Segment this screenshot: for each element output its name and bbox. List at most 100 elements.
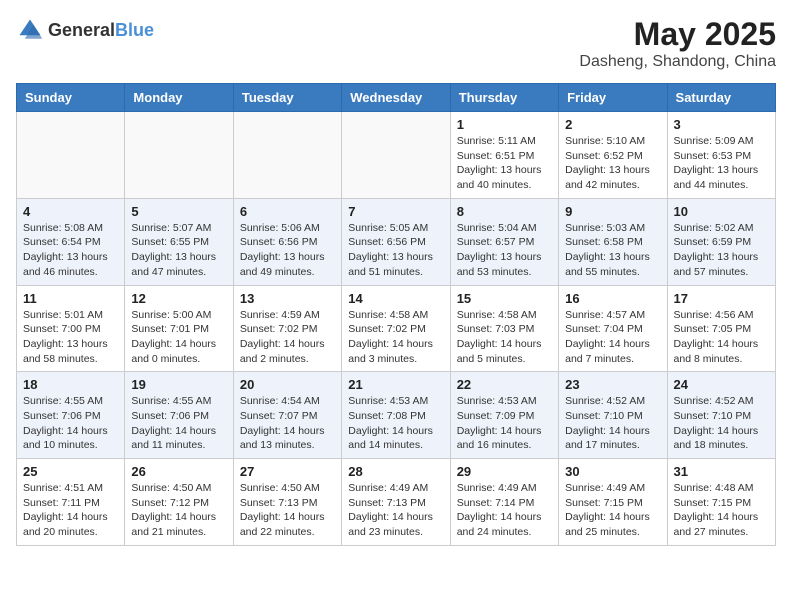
day-info: Sunrise: 5:04 AMSunset: 6:57 PMDaylight:… — [457, 221, 552, 280]
calendar-cell: 11 Sunrise: 5:01 AMSunset: 7:00 PMDayligh… — [17, 285, 125, 372]
logo-general: General — [48, 20, 115, 40]
calendar-cell: 10 Sunrise: 5:02 AMSunset: 6:59 PMDayligh… — [667, 198, 775, 285]
calendar-cell: 3Sunrise: 5:09 AMSunset: 6:53 PMDaylight… — [667, 112, 775, 199]
day-number: 20 — [240, 377, 335, 392]
day-number: 5 — [131, 204, 226, 219]
day-info: Sunrise: 4:48 AMSunset: 7:15 PMDaylight:… — [674, 481, 769, 540]
calendar-week-5: 25 Sunrise: 4:51 AMSunset: 7:11 PMDayligh… — [17, 459, 776, 546]
weekday-header-wednesday: Wednesday — [342, 84, 450, 112]
logo-text: GeneralBlue — [48, 20, 154, 41]
day-info: Sunrise: 5:01 AMSunset: 7:00 PMDaylight:… — [23, 308, 118, 367]
day-info: Sunrise: 4:54 AMSunset: 7:07 PMDaylight:… — [240, 394, 335, 453]
day-info: Sunrise: 4:49 AMSunset: 7:15 PMDaylight:… — [565, 481, 660, 540]
day-number: 28 — [348, 464, 443, 479]
calendar-cell: 26 Sunrise: 4:50 AMSunset: 7:12 PMDayligh… — [125, 459, 233, 546]
calendar-cell — [17, 112, 125, 199]
day-number: 2 — [565, 117, 660, 132]
day-number: 6 — [240, 204, 335, 219]
day-info: Sunrise: 5:02 AMSunset: 6:59 PMDaylight:… — [674, 221, 769, 280]
weekday-header-tuesday: Tuesday — [233, 84, 341, 112]
day-number: 19 — [131, 377, 226, 392]
weekday-header-thursday: Thursday — [450, 84, 558, 112]
logo-icon — [16, 16, 44, 44]
day-info: Sunrise: 4:55 AMSunset: 7:06 PMDaylight:… — [131, 394, 226, 453]
day-number: 17 — [674, 291, 769, 306]
calendar-cell: 21Sunrise: 4:53 AMSunset: 7:08 PMDayligh… — [342, 372, 450, 459]
day-number: 25 — [23, 464, 118, 479]
day-info: Sunrise: 4:50 AMSunset: 7:13 PMDaylight:… — [240, 481, 335, 540]
weekday-header-saturday: Saturday — [667, 84, 775, 112]
day-number: 23 — [565, 377, 660, 392]
calendar-week-2: 4 Sunrise: 5:08 AMSunset: 6:54 PMDaylight… — [17, 198, 776, 285]
page-header: GeneralBlue May 2025 Dasheng, Shandong, … — [16, 16, 776, 71]
day-info: Sunrise: 4:58 AMSunset: 7:02 PMDaylight:… — [348, 308, 443, 367]
location: Dasheng, Shandong, China — [579, 53, 776, 71]
day-info: Sunrise: 5:08 AMSunset: 6:54 PMDaylight:… — [23, 221, 118, 280]
day-info: Sunrise: 5:07 AMSunset: 6:55 PMDaylight:… — [131, 221, 226, 280]
day-info: Sunrise: 5:00 AMSunset: 7:01 PMDaylight:… — [131, 308, 226, 367]
calendar-cell: 4 Sunrise: 5:08 AMSunset: 6:54 PMDaylight… — [17, 198, 125, 285]
calendar-cell: 14 Sunrise: 4:58 AMSunset: 7:02 PMDayligh… — [342, 285, 450, 372]
logo: GeneralBlue — [16, 16, 154, 44]
day-number: 12 — [131, 291, 226, 306]
day-number: 16 — [565, 291, 660, 306]
calendar-cell: 25 Sunrise: 4:51 AMSunset: 7:11 PMDayligh… — [17, 459, 125, 546]
day-info: Sunrise: 4:58 AMSunset: 7:03 PMDaylight:… — [457, 308, 552, 367]
day-number: 9 — [565, 204, 660, 219]
day-number: 8 — [457, 204, 552, 219]
day-number: 29 — [457, 464, 552, 479]
day-number: 7 — [348, 204, 443, 219]
day-info: Sunrise: 4:50 AMSunset: 7:12 PMDaylight:… — [131, 481, 226, 540]
day-info: Sunrise: 4:52 AMSunset: 7:10 PMDaylight:… — [674, 394, 769, 453]
day-number: 22 — [457, 377, 552, 392]
calendar-cell: 30 Sunrise: 4:49 AMSunset: 7:15 PMDayligh… — [559, 459, 667, 546]
calendar-cell: 24 Sunrise: 4:52 AMSunset: 7:10 PMDayligh… — [667, 372, 775, 459]
calendar-week-4: 18 Sunrise: 4:55 AMSunset: 7:06 PMDayligh… — [17, 372, 776, 459]
calendar-cell — [125, 112, 233, 199]
calendar-cell: 17 Sunrise: 4:56 AMSunset: 7:05 PMDayligh… — [667, 285, 775, 372]
day-number: 30 — [565, 464, 660, 479]
day-number: 3 — [674, 117, 769, 132]
day-info: Sunrise: 5:03 AMSunset: 6:58 PMDaylight:… — [565, 221, 660, 280]
day-info: Sunrise: 5:11 AMSunset: 6:51 PMDaylight:… — [457, 134, 552, 193]
day-number: 26 — [131, 464, 226, 479]
day-number: 21 — [348, 377, 443, 392]
weekday-header-monday: Monday — [125, 84, 233, 112]
calendar-cell: 19 Sunrise: 4:55 AMSunset: 7:06 PMDayligh… — [125, 372, 233, 459]
calendar-cell: 28 Sunrise: 4:49 AMSunset: 7:13 PMDayligh… — [342, 459, 450, 546]
title-block: May 2025 Dasheng, Shandong, China — [579, 16, 776, 71]
calendar-cell: 13Sunrise: 4:59 AMSunset: 7:02 PMDayligh… — [233, 285, 341, 372]
day-number: 27 — [240, 464, 335, 479]
day-number: 4 — [23, 204, 118, 219]
day-number: 24 — [674, 377, 769, 392]
calendar-cell: 8 Sunrise: 5:04 AMSunset: 6:57 PMDaylight… — [450, 198, 558, 285]
day-info: Sunrise: 5:10 AMSunset: 6:52 PMDaylight:… — [565, 134, 660, 193]
calendar-table: SundayMondayTuesdayWednesdayThursdayFrid… — [16, 83, 776, 546]
day-info: Sunrise: 4:56 AMSunset: 7:05 PMDaylight:… — [674, 308, 769, 367]
calendar-week-1: 1 Sunrise: 5:11 AMSunset: 6:51 PMDaylight… — [17, 112, 776, 199]
day-number: 10 — [674, 204, 769, 219]
calendar-cell: 22 Sunrise: 4:53 AMSunset: 7:09 PMDayligh… — [450, 372, 558, 459]
day-info: Sunrise: 5:06 AMSunset: 6:56 PMDaylight:… — [240, 221, 335, 280]
day-info: Sunrise: 4:51 AMSunset: 7:11 PMDaylight:… — [23, 481, 118, 540]
calendar-cell: 23 Sunrise: 4:52 AMSunset: 7:10 PMDayligh… — [559, 372, 667, 459]
calendar-cell — [233, 112, 341, 199]
calendar-cell — [342, 112, 450, 199]
logo-blue: Blue — [115, 20, 154, 40]
weekday-header-sunday: Sunday — [17, 84, 125, 112]
day-info: Sunrise: 4:53 AMSunset: 7:09 PMDaylight:… — [457, 394, 552, 453]
day-number: 14 — [348, 291, 443, 306]
day-info: Sunrise: 4:49 AMSunset: 7:14 PMDaylight:… — [457, 481, 552, 540]
day-info: Sunrise: 4:49 AMSunset: 7:13 PMDaylight:… — [348, 481, 443, 540]
day-info: Sunrise: 4:57 AMSunset: 7:04 PMDaylight:… — [565, 308, 660, 367]
day-number: 1 — [457, 117, 552, 132]
calendar-cell: 31Sunrise: 4:48 AMSunset: 7:15 PMDayligh… — [667, 459, 775, 546]
day-info: Sunrise: 4:55 AMSunset: 7:06 PMDaylight:… — [23, 394, 118, 453]
weekday-header-friday: Friday — [559, 84, 667, 112]
day-info: Sunrise: 4:52 AMSunset: 7:10 PMDaylight:… — [565, 394, 660, 453]
day-number: 18 — [23, 377, 118, 392]
calendar-cell: 12 Sunrise: 5:00 AMSunset: 7:01 PMDayligh… — [125, 285, 233, 372]
calendar-cell: 16 Sunrise: 4:57 AMSunset: 7:04 PMDayligh… — [559, 285, 667, 372]
day-number: 11 — [23, 291, 118, 306]
calendar-cell: 5 Sunrise: 5:07 AMSunset: 6:55 PMDaylight… — [125, 198, 233, 285]
